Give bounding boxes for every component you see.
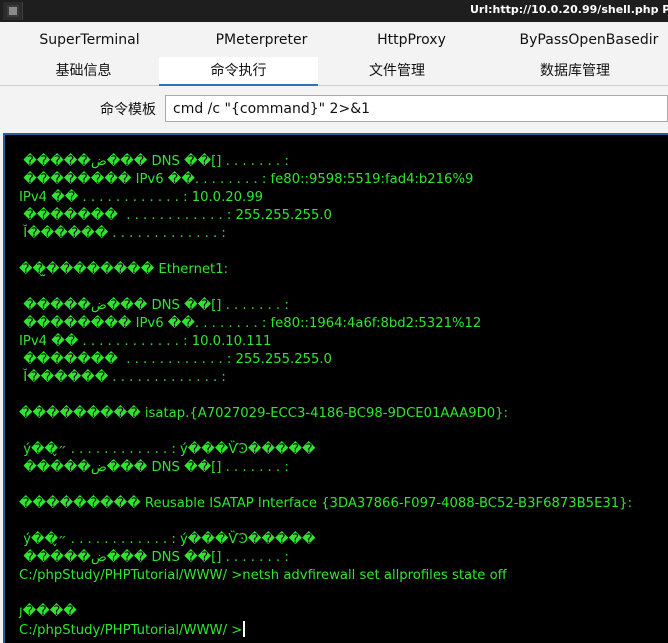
terminal-line: ������� . . . . . . . . . . . . : 255.25…	[19, 352, 332, 367]
terminal-line: ��������� isatap.{A7027029-ECC3-4186-BC9…	[19, 406, 508, 421]
tab-superterminal[interactable]: SuperTerminal	[6, 26, 173, 55]
plugin-tab-bar: SuperTerminal PMeterpreter HttpProxy ByP…	[0, 26, 668, 55]
command-template-row: 命令模板	[0, 88, 668, 130]
app-icon[interactable]	[3, 2, 23, 20]
command-template-input[interactable]	[165, 95, 668, 122]
tab-database-manager[interactable]: 数据库管理	[486, 57, 664, 86]
text-cursor	[243, 621, 246, 637]
terminal-lines: �����ض��� DNS ��[] . . . . . . . : �����…	[19, 153, 632, 639]
tab-command-exec[interactable]: 命令执行	[159, 57, 318, 86]
terminal-line: ��̫�������� Ethernet1:	[19, 262, 229, 277]
terminal-line: �����ض��� DNS ��[] . . . . . . . :	[19, 154, 289, 169]
terminal-line: IPv4 �� . . . . . . . . . . . . : 10.0.2…	[19, 190, 264, 205]
terminal-line: �������� IPv6 ��. . . . . . . . : fe80::…	[19, 316, 482, 331]
tab-httpproxy[interactable]: HttpProxy	[328, 26, 495, 55]
terminal-line: �����ض��� DNS ��[] . . . . . . . :	[19, 298, 289, 313]
terminal-output[interactable]: �����ض��� DNS ��[] . . . . . . . : �����…	[3, 133, 668, 643]
terminal-line: ������� . . . . . . . . . . . . : 255.25…	[19, 208, 332, 223]
main-tab-bar: 基础信息 命令执行 文件管理 数据库管理	[0, 57, 668, 86]
terminal-line: ��������� Reusable ISATAP Interface {3DA…	[19, 496, 633, 511]
tab-basic-info[interactable]: 基础信息	[0, 57, 167, 86]
terminal-line: �������� IPv6 ��. . . . . . . . : fe80::…	[19, 172, 474, 187]
terminal-line: ȷ����	[19, 604, 77, 619]
tab-pmeterpreter[interactable]: PMeterpreter	[178, 26, 345, 55]
terminal-line: ý��״̬ . . . . . . . . . . . . : ý���ѶϿ��…	[19, 532, 316, 547]
terminal-line: ý��״̬ . . . . . . . . . . . . : ý���ѶϿ��…	[19, 442, 316, 457]
terminal-line: IPv4 �� . . . . . . . . . . . . : 10.0.1…	[19, 334, 272, 349]
terminal-line: Ĭ������ . . . . . . . . . . . . . :	[19, 226, 226, 241]
tab-bypassopenbasedir[interactable]: ByPassOpenBasedir	[510, 26, 668, 55]
terminal-line: C:/phpStudy/PHPTutorial/WWW/ >netsh advf…	[19, 568, 507, 583]
terminal-line: C:/phpStudy/PHPTutorial/WWW/ >	[19, 621, 632, 639]
command-template-label: 命令模板	[100, 102, 156, 118]
title-bar: Url:http://10.0.20.99/shell.php Paylo	[0, 0, 668, 22]
terminal-line: �����ض��� DNS ��[] . . . . . . . :	[19, 460, 289, 475]
terminal-line: �����ض��� DNS ��[] . . . . . . . :	[19, 550, 289, 565]
terminal-line: Ĭ������ . . . . . . . . . . . . . :	[19, 370, 226, 385]
tab-file-manager[interactable]: 文件管理	[318, 57, 476, 86]
window-title: Url:http://10.0.20.99/shell.php Paylo	[470, 3, 668, 16]
